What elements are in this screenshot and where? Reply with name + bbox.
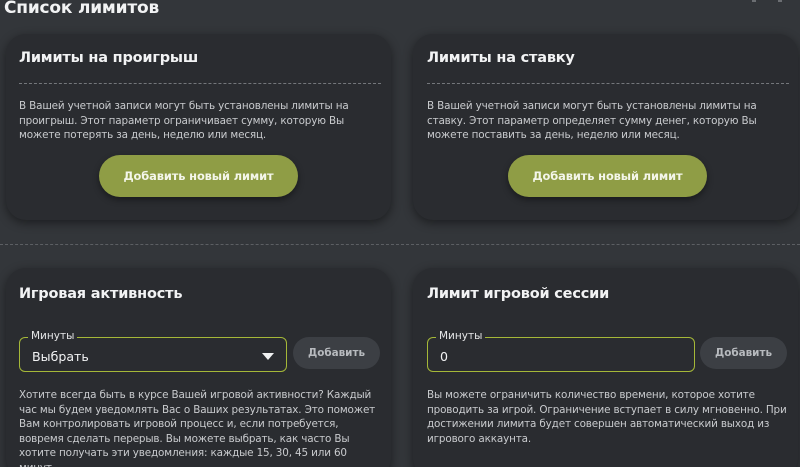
page-title: Список лимитов xyxy=(4,0,160,18)
loss-limits-title: Лимиты на проигрыш xyxy=(19,50,199,66)
loss-limits-description: В Вашей учетной записи могут быть устано… xyxy=(19,100,349,141)
session-minutes-input[interactable] xyxy=(440,347,640,365)
minutes-select[interactable]: Минуты Выбрать xyxy=(19,330,287,372)
card-divider xyxy=(427,83,789,84)
limits-page: Список лимитов Лимиты на проигрыш В Ваше… xyxy=(0,0,800,467)
session-limit-title: Лимит игровой сессии xyxy=(427,286,610,302)
game-activity-title: Игровая активность xyxy=(19,286,183,302)
session-minutes-field[interactable]: Минуты xyxy=(427,330,695,372)
minutes-label: Минуты xyxy=(28,330,78,342)
scroll-indicator xyxy=(752,0,756,2)
add-loss-limit-button[interactable]: Добавить новый лимит xyxy=(99,155,298,197)
add-activity-button[interactable]: Добавить xyxy=(293,337,380,369)
section-divider xyxy=(0,244,800,245)
scroll-indicator xyxy=(778,0,782,2)
minutes-select-value: Выбрать xyxy=(32,349,89,364)
bet-limits-card: Лимиты на ставку В Вашей учетной записи … xyxy=(413,34,798,220)
add-session-limit-button[interactable]: Добавить xyxy=(700,337,787,369)
caret-down-icon xyxy=(262,353,274,360)
session-limit-card: Лимит игровой сессии Минуты Добавить Вы … xyxy=(413,268,798,467)
session-limit-description: Вы можете ограничить количество времени,… xyxy=(427,389,787,445)
session-minutes-label: Минуты xyxy=(436,330,486,342)
game-activity-description: Хотите всегда быть в курсе Вашей игровой… xyxy=(19,389,376,467)
add-bet-limit-button[interactable]: Добавить новый лимит xyxy=(508,155,707,197)
bet-limits-description: В Вашей учетной записи могут быть устано… xyxy=(427,100,757,141)
game-activity-card: Игровая активность Минуты Выбрать Добави… xyxy=(6,268,391,467)
loss-limits-card: Лимиты на проигрыш В Вашей учетной запис… xyxy=(6,34,391,220)
card-divider xyxy=(19,83,381,84)
bet-limits-title: Лимиты на ставку xyxy=(427,50,575,66)
